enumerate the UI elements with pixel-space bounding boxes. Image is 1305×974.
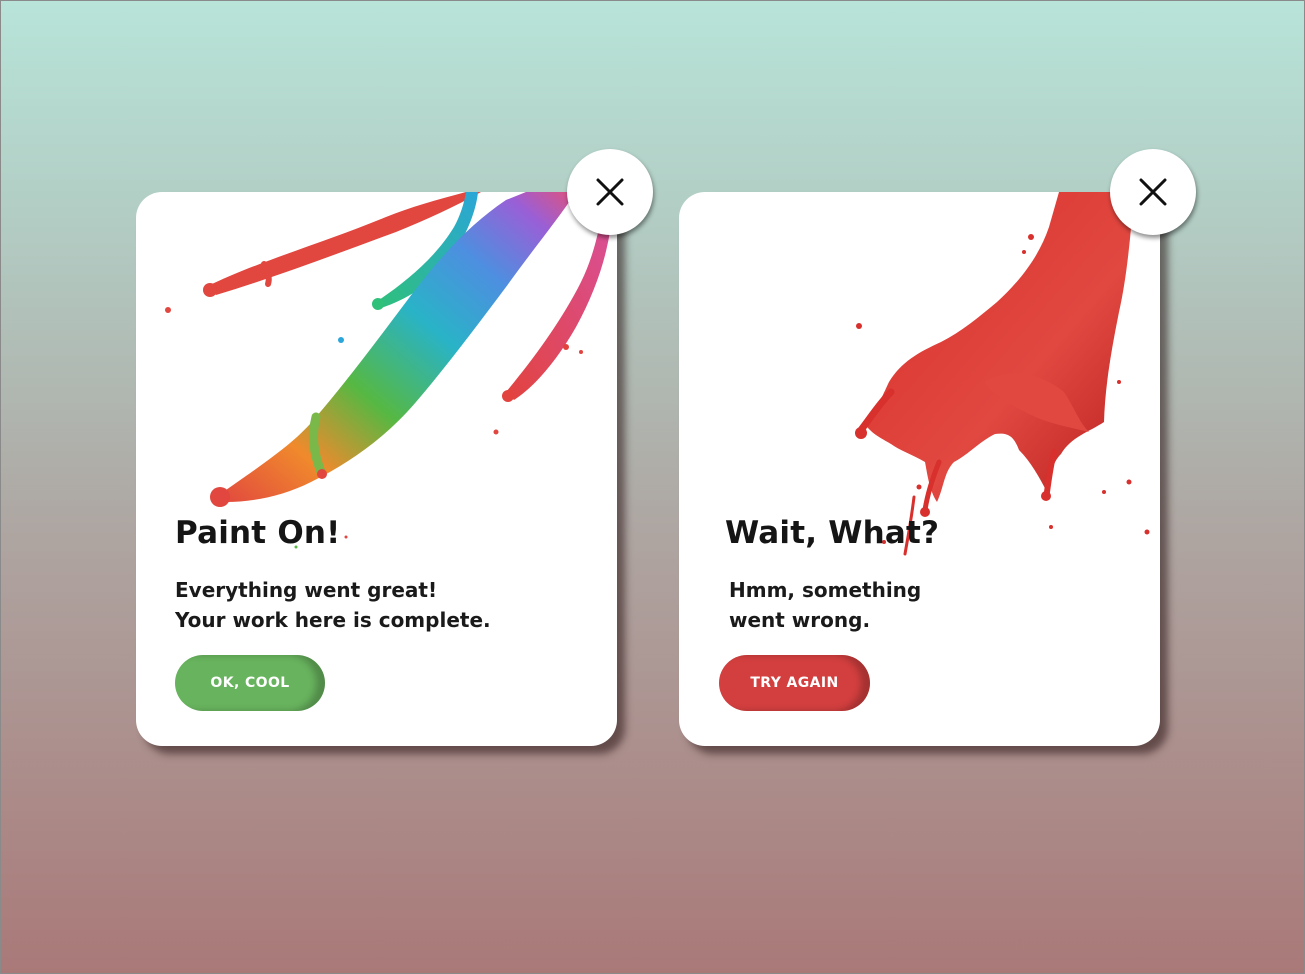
dialog-message: Everything went great! Your work here is… bbox=[175, 575, 491, 635]
close-button[interactable] bbox=[1110, 149, 1196, 235]
dialog-title: Wait, What? bbox=[725, 515, 940, 551]
message-line: Hmm, something bbox=[729, 578, 922, 602]
success-dialog: Paint On! Everything went great! Your wo… bbox=[136, 149, 653, 746]
message-line: Everything went great! bbox=[175, 578, 438, 602]
close-icon bbox=[1139, 178, 1167, 206]
dialog-message: Hmm, something went wrong. bbox=[729, 575, 969, 635]
close-button[interactable] bbox=[567, 149, 653, 235]
dialog-title: Paint On! bbox=[175, 515, 341, 551]
message-line: went wrong. bbox=[729, 608, 871, 632]
ok-cool-button[interactable]: OK, COOL bbox=[175, 655, 325, 711]
message-line: Your work here is complete. bbox=[175, 608, 491, 632]
close-icon bbox=[596, 178, 624, 206]
error-dialog: Wait, What? Hmm, something went wrong. T… bbox=[679, 149, 1196, 746]
try-again-button[interactable]: TRY AGAIN bbox=[719, 655, 870, 711]
